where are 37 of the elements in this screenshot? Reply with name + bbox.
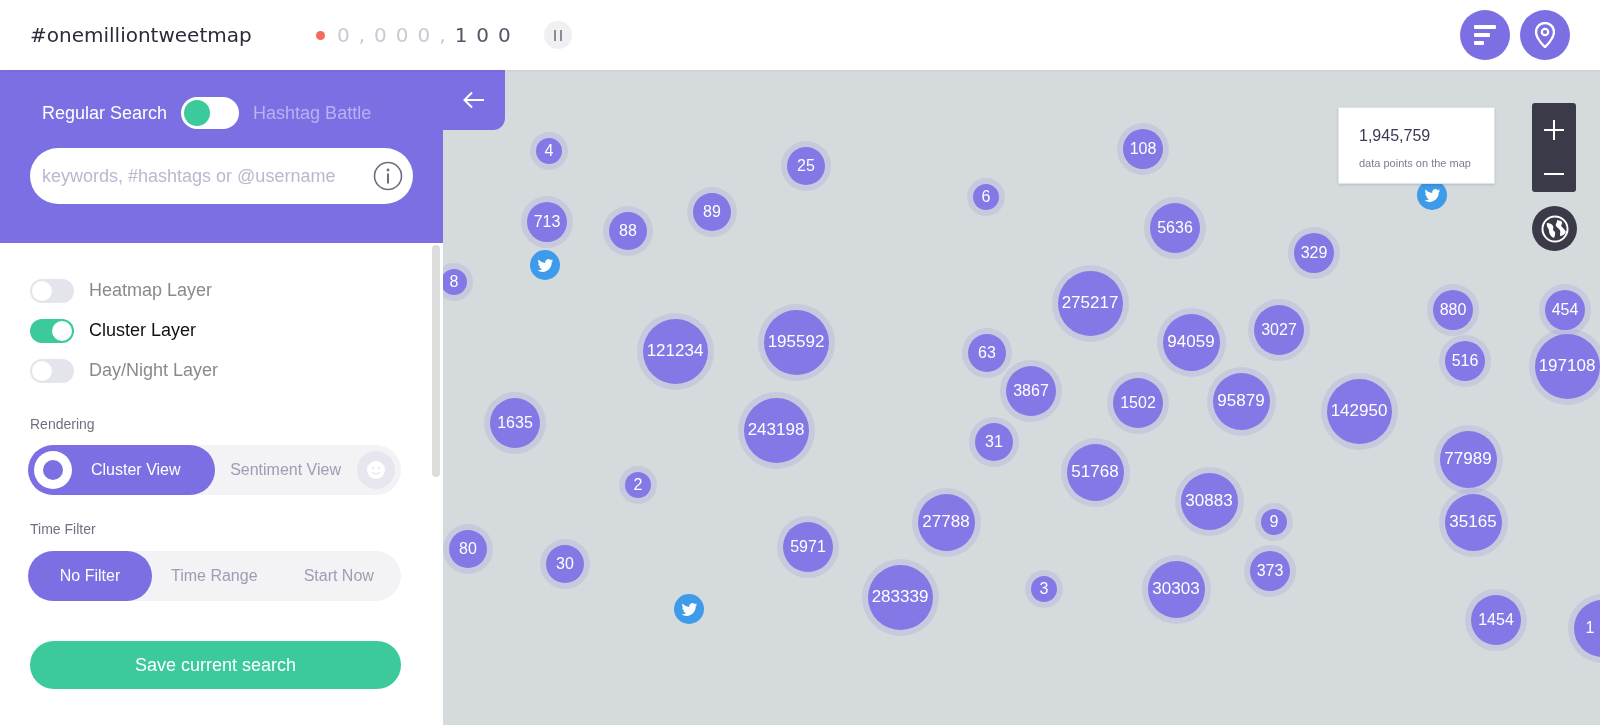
mode-label[interactable]: Hashtag Battle bbox=[253, 99, 372, 127]
layer-label: Day/Night Layer bbox=[89, 359, 219, 382]
smiley-icon bbox=[357, 451, 395, 489]
zoom-in-icon[interactable] bbox=[1544, 119, 1564, 140]
record-icon bbox=[34, 451, 72, 489]
rendering-option[interactable]: Cluster View bbox=[28, 445, 215, 495]
time-filter-option[interactable]: Time Range bbox=[152, 551, 277, 601]
app-title: #onemilliontweetmap bbox=[30, 22, 253, 49]
bird-icon[interactable] bbox=[530, 250, 560, 280]
section-label: Time Filter bbox=[30, 520, 97, 539]
layer-label: Heatmap Layer bbox=[89, 279, 213, 302]
mode-toggle[interactable] bbox=[181, 97, 240, 129]
location-button[interactable] bbox=[1520, 10, 1570, 60]
data-points-count: 1,945,759 bbox=[1359, 126, 1432, 146]
pause-button[interactable] bbox=[543, 21, 572, 49]
layer-toggle[interactable] bbox=[30, 278, 74, 303]
info-icon[interactable] bbox=[373, 161, 403, 191]
stats-button[interactable] bbox=[1460, 10, 1510, 60]
map-pin-icon bbox=[1535, 22, 1555, 48]
layer-toggle[interactable] bbox=[30, 358, 74, 383]
search-field[interactable]: keywords, #hashtags or @username bbox=[30, 148, 413, 204]
layer-label: Cluster Layer bbox=[89, 319, 197, 342]
pause-icon bbox=[553, 29, 562, 41]
mode-label[interactable]: Regular Search bbox=[42, 99, 168, 127]
globe-icon bbox=[1540, 214, 1569, 243]
bar-list-icon bbox=[1474, 25, 1496, 45]
zoom-out-icon[interactable] bbox=[1544, 173, 1564, 176]
rendering-option[interactable]: Sentiment View bbox=[215, 445, 401, 495]
back-arrow-icon bbox=[463, 91, 485, 109]
save-search-button[interactable]: Save current search bbox=[30, 641, 401, 689]
collapse-panel-button[interactable] bbox=[443, 70, 505, 130]
bird-icon[interactable] bbox=[674, 594, 704, 624]
time-filter-option[interactable]: No Filter bbox=[28, 551, 152, 601]
time-filter-option[interactable]: Start Now bbox=[276, 551, 401, 601]
section-label: Rendering bbox=[30, 415, 96, 434]
layer-toggle[interactable] bbox=[30, 318, 74, 343]
data-points-caption: data points on the map bbox=[1359, 156, 1472, 171]
